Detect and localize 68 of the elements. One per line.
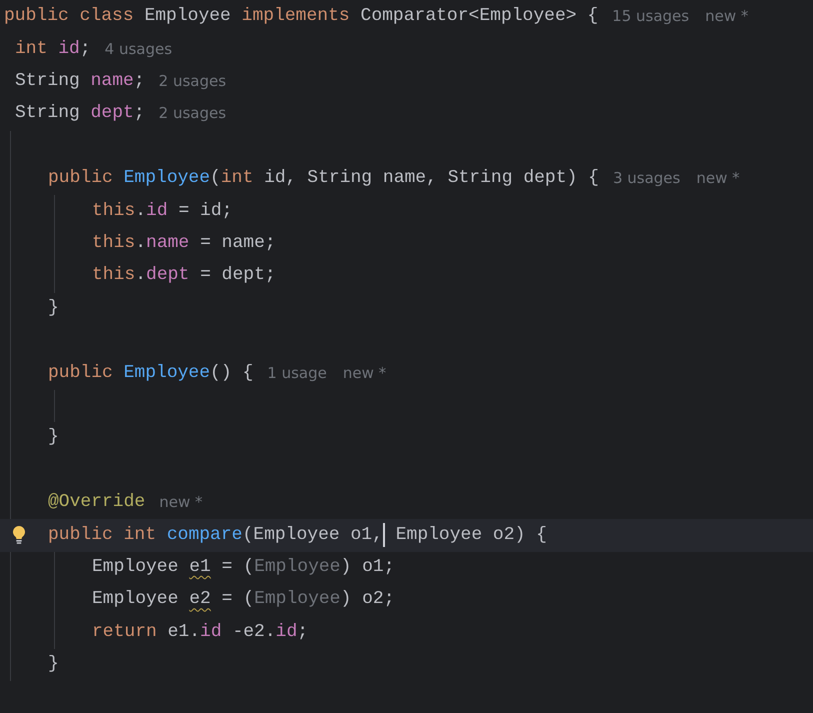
keyword: int: [220, 168, 254, 188]
code-text: Comparator<Employee> {: [360, 6, 598, 26]
code-text: Employee: [144, 6, 231, 26]
code-text: (: [210, 168, 221, 188]
code-text: Employee: [92, 589, 178, 610]
field-name: id: [200, 622, 222, 642]
code-text: = dept;: [200, 265, 276, 286]
code-text: () {: [210, 362, 254, 383]
code-text: .: [135, 265, 146, 286]
code-text: ) o2;: [340, 589, 394, 610]
usage-hint: new *: [696, 169, 740, 188]
usage-hint: new *: [342, 364, 386, 382]
code-text: e1: [189, 556, 211, 577]
keyword: implements: [242, 6, 350, 26]
code-text: }: [48, 427, 59, 448]
code-text: (Employee o1,: [242, 524, 383, 544]
code-text: }: [48, 654, 59, 674]
usage-hint: 2 usages: [158, 104, 226, 122]
code-text: e1.: [168, 622, 200, 642]
keyword: return: [92, 622, 157, 642]
code-text: = (: [222, 556, 254, 577]
usage-hint: new *: [705, 7, 748, 26]
keyword: this: [92, 265, 136, 286]
field-name: name: [146, 232, 190, 253]
method-name: Employee: [124, 362, 210, 383]
code-text: }: [48, 298, 59, 318]
keyword: public int: [48, 524, 156, 544]
code-text: id, String name, String dept) {: [264, 168, 599, 188]
lightbulb-icon[interactable]: [12, 525, 26, 546]
field-name: dept: [146, 265, 190, 286]
keyword: public: [48, 168, 113, 188]
usage-hint: new *: [159, 493, 202, 512]
code-text: = (: [222, 589, 254, 610]
annotation: @Override: [48, 492, 146, 512]
method-name: Employee: [124, 168, 210, 188]
code-text: ;: [134, 71, 145, 92]
code-text: Employee o2) {: [396, 524, 547, 544]
keyword: public: [48, 362, 113, 383]
field-name: name: [90, 71, 134, 92]
field-name: dept: [90, 103, 134, 124]
usage-hint: 15 usages: [612, 7, 690, 26]
keyword: public class: [4, 6, 134, 26]
code-text: -e2.: [232, 622, 276, 642]
code-text: e2: [189, 589, 211, 610]
code-text: ;: [80, 38, 91, 59]
code-text: .: [135, 232, 146, 253]
type-cast: Employee: [254, 556, 340, 577]
keyword: int: [15, 38, 48, 59]
keyword: this: [92, 232, 136, 253]
code-text: ;: [297, 622, 308, 642]
field-name: id: [276, 622, 298, 642]
usage-hint: 4 usages: [104, 40, 172, 58]
code-text: = id;: [178, 200, 232, 221]
code-text: Employee: [92, 556, 178, 577]
method-name: compare: [166, 524, 242, 544]
usage-hint: 3 usages: [612, 169, 680, 188]
type-cast: Employee: [254, 589, 340, 610]
usage-hint: 2 usages: [158, 72, 226, 90]
code-text: = name;: [200, 232, 276, 253]
code-text: String: [15, 103, 80, 124]
code-text: ;: [134, 103, 145, 124]
usage-hint: 1 usage: [267, 364, 327, 382]
code-text: .: [135, 200, 146, 221]
code-text: String: [15, 71, 80, 92]
code-text: ) o1;: [340, 556, 394, 577]
field-name: id: [58, 38, 80, 59]
keyword: this: [92, 200, 136, 221]
field-name: id: [146, 200, 168, 221]
